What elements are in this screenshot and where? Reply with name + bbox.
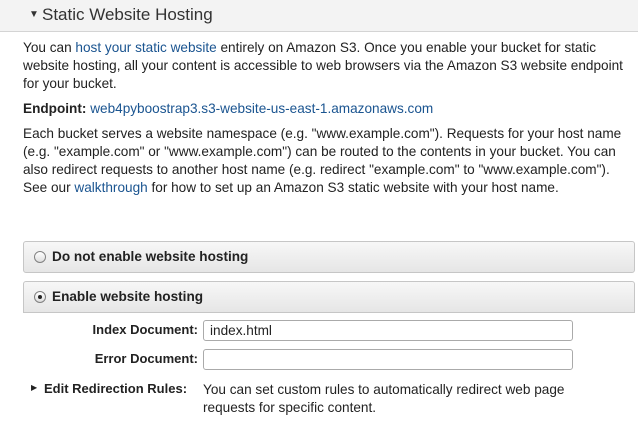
walkthrough-link[interactable]: walkthrough [74,180,147,195]
static-website-hosting-panel: ▼ Static Website Hosting You can host yo… [0,0,638,431]
section-title: Static Website Hosting [42,5,213,24]
endpoint-label: Endpoint: [23,101,87,116]
edit-redirection-rules-toggle[interactable]: Edit Redirection Rules: [44,381,187,396]
disable-hosting-radio[interactable] [34,251,46,263]
redirection-description: You can set custom rules to automaticall… [203,382,565,415]
namespace-text-after: for how to set up an Amazon S3 static we… [147,180,559,195]
triangle-down-icon[interactable]: ▼ [29,9,39,20]
triangle-right-icon[interactable]: ▶ [31,383,37,392]
namespace-paragraph: Each bucket serves a website namespace (… [23,125,635,197]
option-disable-hosting[interactable]: Do not enable website hosting [23,241,635,273]
section-header[interactable]: ▼ Static Website Hosting [0,0,638,32]
endpoint-link[interactable]: web4pyboostrap3.s3-website-us-east-1.ama… [90,101,433,116]
index-document-label: Index Document: [92,322,198,337]
index-document-input[interactable] [203,320,573,341]
enable-hosting-label[interactable]: Enable website hosting [52,289,203,304]
intro-paragraph: You can host your static website entirel… [23,39,635,93]
endpoint-row: Endpoint: web4pyboostrap3.s3-website-us-… [23,100,433,118]
disable-hosting-label[interactable]: Do not enable website hosting [52,249,248,264]
error-document-label: Error Document: [94,351,198,366]
error-document-input[interactable] [203,349,573,370]
host-static-website-link[interactable]: host your static website [75,40,216,55]
enable-hosting-radio[interactable] [34,291,46,303]
option-enable-hosting[interactable]: Enable website hosting [23,281,635,313]
intro-text-before: You can [23,40,76,55]
